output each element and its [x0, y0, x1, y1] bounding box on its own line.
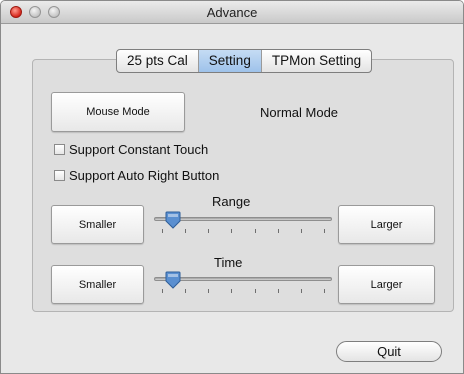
slider-tick [300, 229, 302, 233]
tab-25-pts-cal[interactable]: 25 pts Cal [117, 50, 199, 72]
time-slider[interactable] [154, 271, 332, 296]
time-title: Time [214, 255, 243, 270]
slider-tick [162, 229, 163, 233]
mouse-mode-button[interactable]: Mouse Mode [51, 92, 185, 132]
title-bar[interactable]: Advance [1, 1, 463, 24]
checkbox-label: Support Constant Touch [69, 142, 209, 157]
auto-right-button-checkbox[interactable]: Support Auto Right Button [54, 168, 219, 183]
slider-tick [231, 289, 233, 293]
slider-tick [162, 289, 163, 293]
tab-setting[interactable]: Setting [198, 50, 262, 72]
window-title: Advance [206, 5, 258, 20]
slider-thumb[interactable] [165, 211, 181, 229]
slider-tick [231, 229, 233, 233]
slider-tick [185, 229, 187, 233]
range-larger-button[interactable]: Larger [338, 205, 435, 244]
constant-touch-checkbox[interactable]: Support Constant Touch [54, 142, 208, 157]
checkbox-box[interactable] [54, 170, 65, 181]
range-title: Range [212, 194, 251, 209]
mode-status-text: Normal Mode [260, 105, 339, 120]
slider-tick [277, 289, 279, 293]
slider-tick [254, 289, 256, 293]
slider-tick [277, 229, 279, 233]
range-slider[interactable] [154, 211, 332, 236]
checkbox-box[interactable] [54, 144, 65, 155]
slider-tick [300, 289, 302, 293]
range-smaller-button[interactable]: Smaller [51, 205, 144, 244]
checkbox-label: Support Auto Right Button [69, 168, 220, 183]
slider-tick [208, 229, 210, 233]
slider-tick [324, 229, 325, 233]
slider-tick [324, 289, 325, 293]
slider-thumb[interactable] [165, 271, 181, 289]
quit-button[interactable]: Quit [336, 341, 442, 362]
tab-bar: 25 pts Cal Setting TPMon Setting [116, 49, 373, 73]
slider-tick [185, 289, 187, 293]
slider-tick [254, 229, 256, 233]
time-larger-button[interactable]: Larger [338, 265, 435, 304]
slider-tick [208, 289, 210, 293]
tab-tpmon-setting[interactable]: TPMon Setting [262, 50, 371, 72]
advance-window: Advance 25 pts Cal Setting TPMon Setting… [0, 0, 464, 374]
time-smaller-button[interactable]: Smaller [51, 265, 144, 304]
